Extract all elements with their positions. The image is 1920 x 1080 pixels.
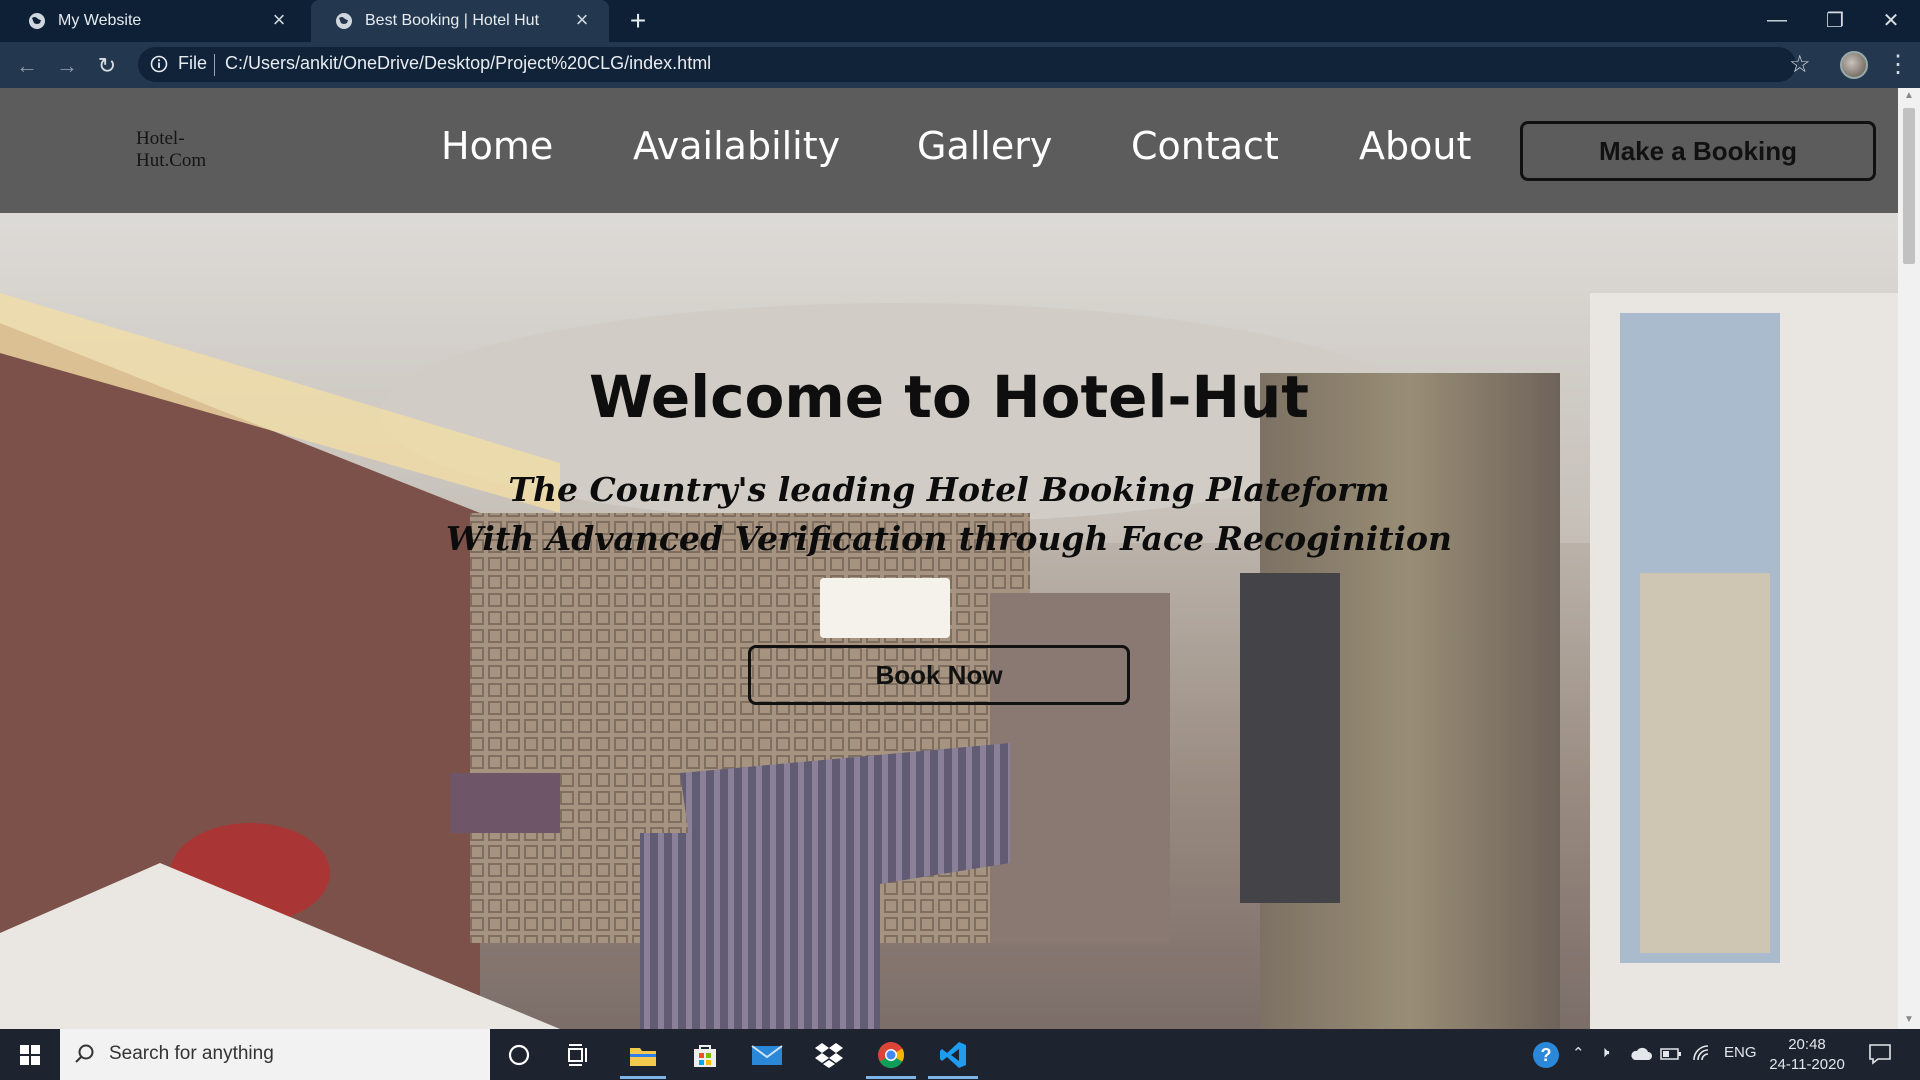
profile-avatar[interactable] [1840, 51, 1868, 79]
globe-icon [336, 13, 352, 29]
mail-icon[interactable] [746, 1034, 788, 1076]
scrollbar-thumb[interactable] [1903, 108, 1915, 264]
help-icon[interactable]: ? [1533, 1042, 1559, 1068]
tab-best-booking[interactable]: Best Booking | Hotel Hut × [311, 0, 609, 42]
address-url[interactable]: C:/Users/ankit/OneDrive/Desktop/Project%… [225, 53, 711, 74]
taskbar-search-placeholder: Search for anything [109, 1043, 274, 1064]
info-icon[interactable] [150, 55, 168, 73]
minimize-button[interactable]: — [1748, 0, 1806, 40]
dropbox-icon[interactable] [808, 1034, 850, 1076]
close-tab-icon[interactable]: × [268, 9, 290, 31]
notifications-icon[interactable] [1868, 1043, 1892, 1065]
cortana-icon[interactable] [498, 1034, 540, 1076]
hero-title: Welcome to Hotel-Hut [588, 363, 1310, 431]
tab-title: My Website [58, 12, 142, 29]
forward-icon[interactable]: → [53, 52, 81, 80]
scroll-down-icon[interactable]: ▼ [1903, 1014, 1915, 1025]
close-tab-icon[interactable]: × [571, 9, 593, 31]
chrome-active-indicator [866, 1076, 916, 1079]
search-icon [75, 1044, 94, 1063]
scroll-up-icon[interactable]: ▲ [1903, 90, 1915, 101]
task-view-icon[interactable] [558, 1034, 600, 1076]
tab-my-website[interactable]: My Website × [4, 0, 306, 42]
language-indicator[interactable]: ENG [1724, 1044, 1757, 1061]
wifi-icon[interactable] [1692, 1044, 1712, 1062]
vscode-icon[interactable] [932, 1034, 974, 1076]
battery-icon[interactable] [1660, 1048, 1682, 1060]
nav-availability[interactable]: Availability [633, 124, 840, 168]
site-logo[interactable]: Hotel-Hut.Com [136, 128, 246, 172]
nav-home[interactable]: Home [441, 124, 553, 168]
reload-icon[interactable]: ↻ [93, 52, 121, 80]
make-booking-button[interactable]: Make a Booking [1520, 121, 1876, 181]
volume-icon[interactable]: 🕨 [1600, 1044, 1609, 1061]
back-icon[interactable]: ← [13, 52, 41, 80]
new-tab-button[interactable]: + [623, 5, 653, 37]
store-icon[interactable] [684, 1034, 726, 1076]
show-hidden-icons[interactable]: ⌃ [1572, 1044, 1585, 1062]
menu-kebab-icon[interactable]: ⋮ [1886, 50, 1910, 79]
bookmark-star-icon[interactable]: ☆ [1789, 50, 1811, 79]
restore-button[interactable]: ❐ [1806, 0, 1864, 40]
nav-contact[interactable]: Contact [1131, 124, 1279, 168]
file-explorer-icon[interactable] [622, 1034, 664, 1076]
hero-subtitle-line2: With Advanced Verification through Face … [445, 519, 1453, 558]
book-now-button[interactable]: Book Now [748, 645, 1130, 705]
windows-start-icon[interactable] [10, 1038, 50, 1072]
clock-date: 24-11-2020 [1769, 1056, 1845, 1073]
globe-icon [29, 13, 45, 29]
taskbar-clock[interactable]: 20:48 24-11-2020 [1762, 1035, 1852, 1075]
chrome-icon[interactable] [870, 1034, 912, 1076]
nav-gallery[interactable]: Gallery [917, 124, 1052, 168]
tab-title: Best Booking | Hotel Hut [365, 12, 540, 29]
hero-background-image [0, 213, 1898, 1029]
page-viewport: Hotel-Hut.Com Home Availability Gallery … [0, 88, 1898, 1029]
onedrive-icon[interactable] [1630, 1046, 1652, 1062]
scheme-label: File [178, 53, 208, 73]
vscode-active-indicator [928, 1076, 978, 1079]
clock-time: 20:48 [1788, 1036, 1826, 1053]
nav-about[interactable]: About [1359, 124, 1471, 168]
site-header: Hotel-Hut.Com Home Availability Gallery … [0, 88, 1898, 213]
hero-subtitle-line1: The Country's leading Hotel Booking Plat… [508, 470, 1390, 509]
hero-section: Welcome to Hotel-Hut The Country's leadi… [0, 213, 1898, 1029]
close-window-button[interactable]: ✕ [1862, 0, 1920, 40]
file-explorer-active-indicator [620, 1076, 666, 1079]
address-divider [214, 54, 215, 76]
